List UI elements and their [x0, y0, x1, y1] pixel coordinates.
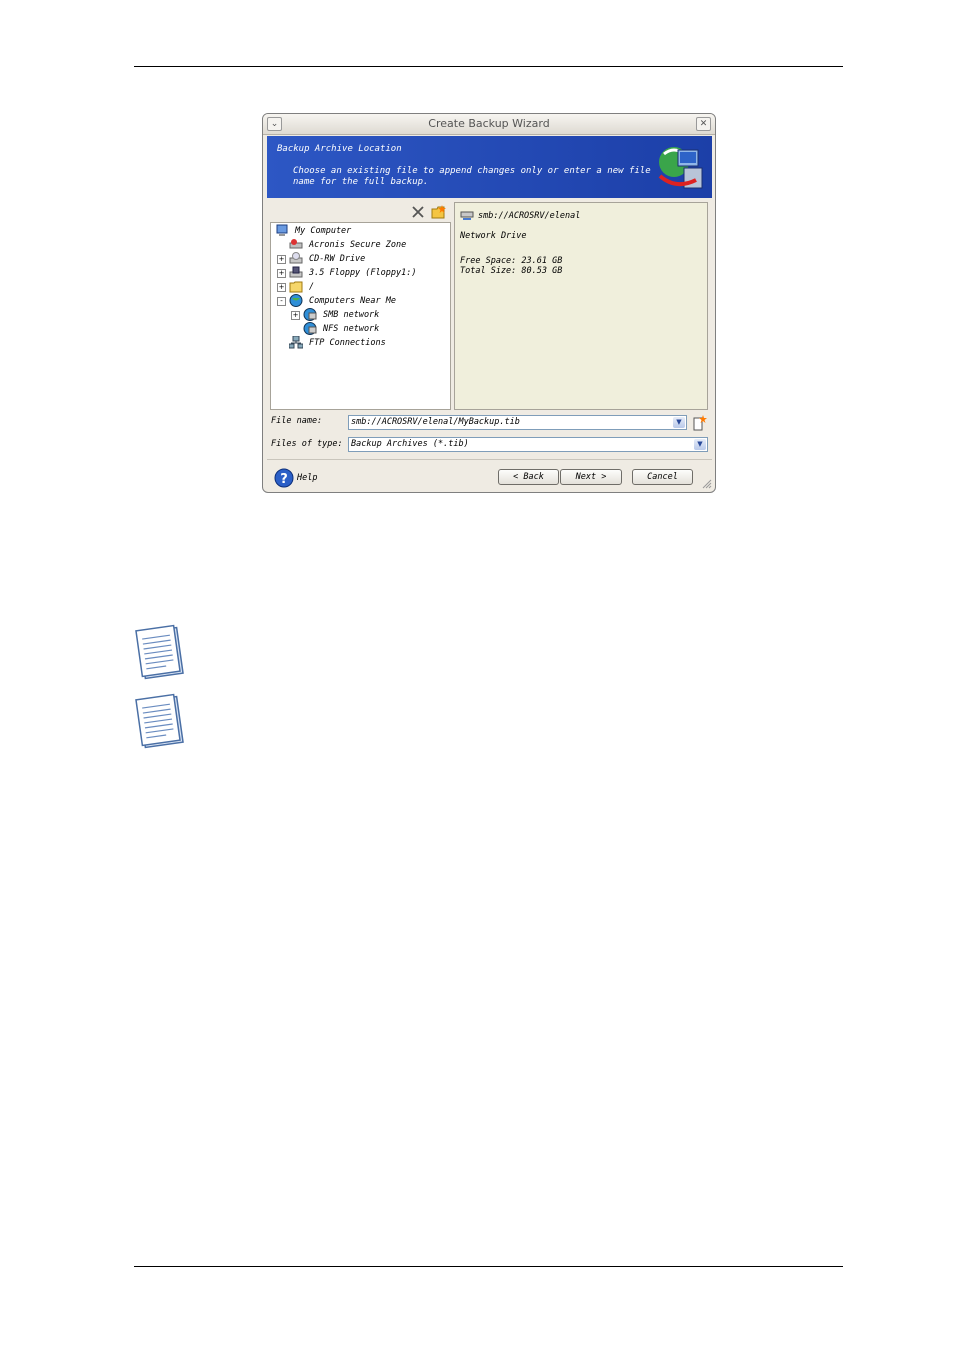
my-computer-icon	[276, 224, 288, 236]
expand-toggle[interactable]: +	[277, 283, 286, 292]
location-path: smb://ACROSRV/elenal	[478, 211, 581, 221]
file-type-label: Files of type:	[271, 439, 343, 449]
file-type-select[interactable]: Backup Archives (*.tib) ▼	[348, 437, 708, 452]
file-name-label: File name:	[271, 416, 323, 426]
new-folder-icon[interactable]	[431, 204, 447, 220]
chevron-down-icon[interactable]: ▼	[673, 417, 685, 428]
expand-toggle[interactable]: +	[277, 269, 286, 278]
tree-item-label: FTP Connections	[309, 338, 386, 348]
free-space: Free Space: 23.61 GB	[460, 256, 563, 266]
back-button[interactable]: < Back	[498, 469, 559, 485]
help-button[interactable]: Help	[297, 473, 317, 483]
help-icon[interactable]: ?	[274, 468, 294, 488]
button-separator	[267, 459, 712, 460]
network-drive-icon	[460, 211, 474, 220]
resize-grip-icon[interactable]	[702, 479, 712, 489]
secure-zone-icon	[289, 239, 303, 249]
folder-tree: My Computer Acronis Secure Zone + CD-RW …	[270, 222, 451, 410]
tree-item-label: SMB network	[323, 310, 380, 320]
wizard-banner: Backup Archive Location Choose an existi…	[267, 136, 712, 198]
cancel-button[interactable]: Cancel	[632, 469, 693, 485]
tree-item-label: My Computer	[295, 226, 352, 236]
banner-description: Choose an existing file to append change…	[293, 166, 651, 187]
network-icon	[303, 322, 317, 335]
next-button[interactable]: Next >	[560, 469, 622, 485]
tree-toolbar	[410, 204, 446, 220]
location-type: Network Drive	[460, 231, 527, 241]
globe-icon	[289, 294, 303, 307]
tree-item-label: NFS network	[323, 324, 380, 334]
network-icon	[303, 308, 317, 321]
collapse-toggle[interactable]: -	[277, 297, 286, 306]
tree-item-label: Acronis Secure Zone	[309, 240, 407, 250]
title-bar: ⌄ Create Backup Wizard ✕	[263, 114, 715, 135]
file-name-value: smb://ACROSRV/elenal/MyBackup.tib	[351, 417, 520, 427]
create-backup-wizard-window: ⌄ Create Backup Wizard ✕ Backup Archive …	[262, 113, 716, 493]
tree-item-label: CD-RW Drive	[309, 254, 366, 264]
floppy-icon	[289, 266, 303, 278]
cd-drive-icon	[289, 252, 303, 264]
note-icon	[135, 693, 184, 749]
close-button[interactable]: ✕	[696, 117, 711, 131]
file-name-input[interactable]: smb://ACROSRV/elenal/MyBackup.tib ▼	[348, 415, 687, 430]
page-footer-rule	[134, 1266, 843, 1267]
tree-item-label: Computers Near Me	[309, 296, 396, 306]
expand-toggle[interactable]: +	[291, 311, 300, 320]
page-header-rule	[134, 66, 843, 67]
svg-text:?: ?	[280, 472, 288, 487]
ftp-icon	[289, 336, 303, 349]
location-info-panel: smb://ACROSRV/elenal Network Drive Free …	[454, 202, 708, 410]
new-file-icon[interactable]	[692, 415, 708, 431]
folder-icon	[289, 281, 303, 293]
delete-x-icon[interactable]	[410, 204, 426, 220]
chevron-down-icon[interactable]: ▼	[694, 439, 706, 450]
total-size: Total Size: 80.53 GB	[460, 266, 563, 276]
tree-item-label: /	[309, 282, 315, 292]
expand-toggle[interactable]: +	[277, 255, 286, 264]
window-title: Create Backup Wizard	[428, 117, 550, 130]
backup-computer-icon	[658, 147, 703, 189]
tree-item-label: 3.5 Floppy (Floppy1:)	[309, 268, 417, 278]
banner-title: Backup Archive Location	[277, 144, 402, 154]
file-type-value: Backup Archives (*.tib)	[351, 439, 469, 449]
note-icon	[135, 624, 184, 680]
